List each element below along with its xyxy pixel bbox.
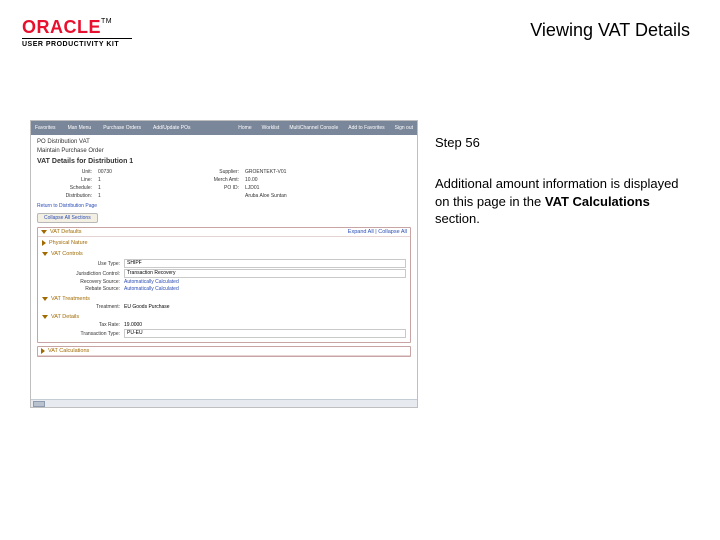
breadcrumb: PO Distribution VAT [37,139,411,145]
vat-details-title: VAT Details [51,314,79,320]
physical-nature-header[interactable]: Physical Nature [42,239,406,247]
dist-value: 1 [98,193,178,199]
jurisdiction-label: Jurisdiction Control: [42,271,120,277]
expand-collapse-all-link[interactable]: Expand All | Collapse All [348,229,407,235]
rebate-source-value[interactable]: Automatically Calculated [124,286,406,292]
merch-value: 10.00 [245,177,325,183]
subbrand-text: USER PRODUCTIVITY KIT [22,41,142,48]
treatment-value: EU Goods Purchase [124,304,406,310]
recovery-source-label: Recovery Source: [42,279,120,285]
jurisdiction-value[interactable]: Transaction Recovery [124,269,406,278]
brand-logo-block: ORACLETM USER PRODUCTIVITY KIT [22,18,142,48]
vat-details-header[interactable]: VAT Details [42,313,406,321]
trans-type-label: Transaction Type: [42,331,120,337]
menu-sign-out[interactable]: Sign out [395,125,413,131]
menu-purchase-orders[interactable]: Purchase Orders [103,125,141,131]
module-label: Maintain Purchase Order [37,148,411,154]
chevron-right-icon [41,348,45,354]
embedded-screenshot: Favorites Man Menu Purchase Orders Add/U… [30,120,418,408]
vat-controls-header[interactable]: VAT Controls [42,250,406,258]
vat-defaults-body: Physical Nature VAT Controls Use Type: S… [38,237,410,342]
poid-label: PO ID: [184,185,239,191]
collapse-all-button[interactable]: Collapse All Sections [37,213,98,223]
menu-multichannel[interactable]: MultiChannel Console [289,125,338,131]
trans-type-value[interactable]: PU-EU [124,329,406,338]
menu-add-favorites[interactable]: Add to Favorites [348,125,384,131]
menu-favorites[interactable]: Favorites [35,125,56,131]
treatment-label: Treatment: [42,304,120,310]
return-link[interactable]: Return to Distribution Page [37,203,411,209]
chevron-right-icon [42,240,46,246]
vat-defaults-panel: VAT Defaults Expand All | Collapse All P… [37,227,411,343]
unit-label: Unit: [37,169,92,175]
recovery-source-value[interactable]: Automatically Calculated [124,279,406,285]
desc-extra-label [184,193,239,199]
menu-add-update-pos[interactable]: Add/Update POs [153,125,191,131]
logo-divider [22,38,132,39]
step-label: Step 56 [435,135,480,150]
header-fields: Unit: 00730 Supplier: GROENTEKT-V01 Line… [37,169,411,199]
desc-part-c: section. [435,211,480,226]
trademark-symbol: TM [101,18,112,25]
horizontal-scrollbar[interactable] [31,399,417,407]
chevron-down-icon [42,315,48,319]
use-type-label: Use Type: [42,261,120,267]
oracle-logo-text: ORACLE [22,17,101,37]
menu-home[interactable]: Home [238,125,251,131]
merch-label: Merch Amt: [184,177,239,183]
slide-title: Viewing VAT Details [530,20,690,41]
poid-value: LJD01 [245,185,325,191]
supplier-label: Supplier: [184,169,239,175]
physical-nature-title: Physical Nature [49,240,88,246]
tax-rate-value: 19.0000 [124,322,406,328]
rebate-source-label: Rebate Source: [42,286,120,292]
step-description: Additional amount information is display… [435,175,680,228]
vat-calculations-title: VAT Calculations [48,348,89,354]
menu-worklist[interactable]: Worklist [262,125,280,131]
menu-main[interactable]: Man Menu [68,125,92,131]
vat-treatments-header[interactable]: VAT Treatments [42,295,406,303]
schedule-value: 1 [98,185,178,191]
line-label: Line: [37,177,92,183]
chevron-down-icon [42,252,48,256]
desc-part-b: VAT Calculations [545,194,650,209]
collapse-row: Collapse All Sections [37,213,411,223]
oracle-logo: ORACLETM [22,18,142,36]
line-value: 1 [98,177,178,183]
supplier-value: GROENTEKT-V01 [245,169,325,175]
dist-label: Distribution: [37,193,92,199]
vat-calculations-panel: VAT Calculations [37,346,411,357]
vat-treatments-title: VAT Treatments [51,296,90,302]
desc-extra-value: Aruba Aloe Suntan [245,193,325,199]
chevron-down-icon [41,230,47,234]
vat-defaults-title: VAT Defaults [50,229,82,235]
page-title: VAT Details for Distribution 1 [37,158,411,165]
vat-defaults-header[interactable]: VAT Defaults Expand All | Collapse All [38,228,410,237]
unit-value: 00730 [98,169,178,175]
tax-rate-label: Tax Rate: [42,322,120,328]
scrollbar-thumb[interactable] [33,401,45,407]
schedule-label: Schedule: [37,185,92,191]
use-type-value[interactable]: SHIPF [124,259,406,268]
chevron-down-icon [42,297,48,301]
vat-controls-title: VAT Controls [51,251,83,257]
app-menubar: Favorites Man Menu Purchase Orders Add/U… [31,121,417,135]
vat-calculations-header[interactable]: VAT Calculations [38,347,410,356]
